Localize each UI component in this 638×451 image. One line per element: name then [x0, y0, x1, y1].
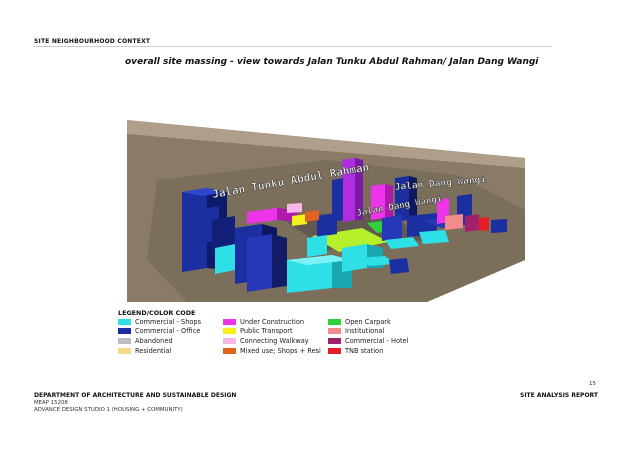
course-code: MEAP 15208	[34, 400, 68, 406]
legend-label: Under Construction	[240, 317, 305, 326]
legend-item: Open Carpark	[328, 317, 408, 327]
legend-label: Institutional	[345, 327, 385, 336]
legend-label: Mixed use; Shops + Resi	[240, 346, 321, 355]
legend-label: Open Carpark	[345, 317, 391, 326]
legend-item: Mixed use; Shops + Resi	[223, 346, 321, 356]
legend-swatch	[223, 318, 236, 325]
legend-title: LEGEND/COLOR CODE	[118, 309, 196, 317]
legend-swatch	[328, 347, 341, 354]
legend-swatch	[223, 347, 236, 354]
site-massing-render: Jalan Tunku Abdul Rahman Jalan Dang Wang…	[127, 120, 525, 302]
legend-item: TNB station	[328, 346, 408, 356]
legend-swatch	[328, 337, 341, 344]
legend-column-1: Commercial - Shops Commercial - Office A…	[118, 317, 201, 355]
legend-label: Commercial - Shops	[135, 317, 202, 326]
legend-swatch	[328, 318, 341, 325]
legend-swatch	[118, 337, 131, 344]
section-header: SITE NEIGHBOURHOOD CONTEXT	[34, 38, 151, 45]
legend-item: Commercial - Shops	[118, 317, 201, 327]
legend-item: Commercial - Hotel	[328, 336, 408, 346]
legend-swatch	[328, 328, 341, 335]
course-name: ADVANCE DESIGN STUDIO 1 (HOUSING + COMMU…	[34, 407, 183, 413]
legend-item: Abandoned	[118, 336, 201, 346]
footer-left: DEPARTMENT OF ARCHITECTURE AND SUSTAINAB…	[34, 392, 236, 413]
legend-item: Commercial - Office	[118, 327, 201, 337]
page-number: 15	[589, 381, 596, 387]
legend-label: Residential	[135, 346, 172, 355]
legend-item: Residential	[118, 346, 201, 356]
legend-swatch	[118, 347, 131, 354]
legend-label: TNB station	[345, 346, 384, 355]
legend-label: Abandoned	[135, 336, 173, 345]
header-divider	[34, 46, 552, 47]
legend-item: Institutional	[328, 327, 408, 337]
legend-column-3: Open Carpark Institutional Commercial - …	[328, 317, 408, 355]
legend-swatch	[118, 328, 131, 335]
department-name: DEPARTMENT OF ARCHITECTURE AND SUSTAINAB…	[34, 392, 237, 399]
report-title: SITE ANALYSIS REPORT	[520, 392, 598, 399]
legend-swatch	[118, 318, 131, 325]
legend-swatch	[223, 337, 236, 344]
legend-label: Commercial - Office	[135, 327, 201, 336]
legend-label: Public Transport	[240, 327, 293, 336]
legend-swatch	[223, 328, 236, 335]
legend-column-2: Under Construction Public Transport Conn…	[223, 317, 321, 355]
legend-item: Public Transport	[223, 327, 321, 337]
legend-label: Connecting Walkway	[240, 336, 309, 345]
legend-item: Under Construction	[223, 317, 321, 327]
legend-item: Connecting Walkway	[223, 336, 321, 346]
legend-label: Commercial - Hotel	[345, 336, 409, 345]
figure-title: overall site massing - view towards Jala…	[125, 57, 539, 67]
